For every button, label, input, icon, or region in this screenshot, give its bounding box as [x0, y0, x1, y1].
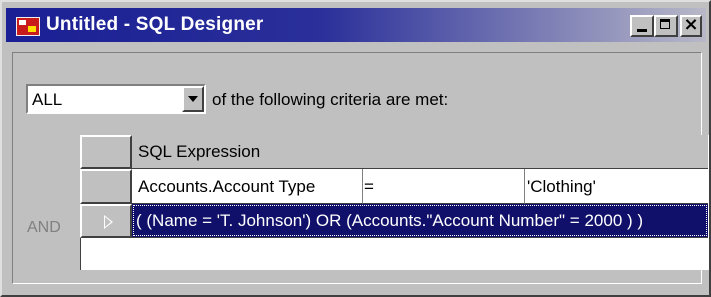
column-header-label: SQL Expression	[138, 142, 261, 161]
header-corner	[80, 135, 132, 169]
window-title: Untitled - SQL Designer	[46, 14, 264, 35]
operator-cell[interactable]: =	[363, 169, 525, 204]
minimize-button[interactable]	[630, 15, 654, 37]
criteria-label: of the following criteria are met:	[212, 90, 449, 109]
row-conjunction: AND	[27, 219, 61, 236]
operator-value: =	[364, 177, 374, 196]
dropdown-button[interactable]	[182, 86, 204, 112]
maximize-button[interactable]	[654, 15, 678, 37]
field-cell[interactable]: Accounts.Account Type	[132, 169, 363, 204]
title-bar[interactable]: Untitled - SQL Designer ×	[6, 8, 706, 42]
current-row-pointer-icon	[104, 215, 113, 229]
value-cell[interactable]: 'Clothing'	[525, 169, 708, 204]
app-icon[interactable]	[16, 17, 40, 36]
chevron-down-icon	[188, 96, 198, 102]
expression-text: ( (Name = 'T. Johnson') OR (Accounts."Ac…	[136, 211, 644, 230]
criteria-grid: SQL Expression Accounts.Account Type = '…	[80, 135, 709, 270]
selected-expression-row[interactable]: ( (Name = 'T. Johnson') OR (Accounts."Ac…	[132, 204, 708, 238]
row-selector[interactable]	[80, 169, 132, 204]
row-selector-current[interactable]	[80, 204, 132, 238]
maximize-icon	[660, 19, 670, 29]
minimize-icon	[637, 29, 647, 32]
field-value: Accounts.Account Type	[138, 177, 316, 196]
close-button[interactable]: ×	[680, 14, 702, 37]
match-mode-value: ALL	[32, 90, 63, 109]
close-icon: ×	[683, 14, 699, 35]
column-header-sql-expression[interactable]: SQL Expression	[132, 135, 708, 169]
match-mode-select[interactable]: ALL	[26, 84, 206, 114]
criteria-value: 'Clothing'	[527, 177, 596, 196]
